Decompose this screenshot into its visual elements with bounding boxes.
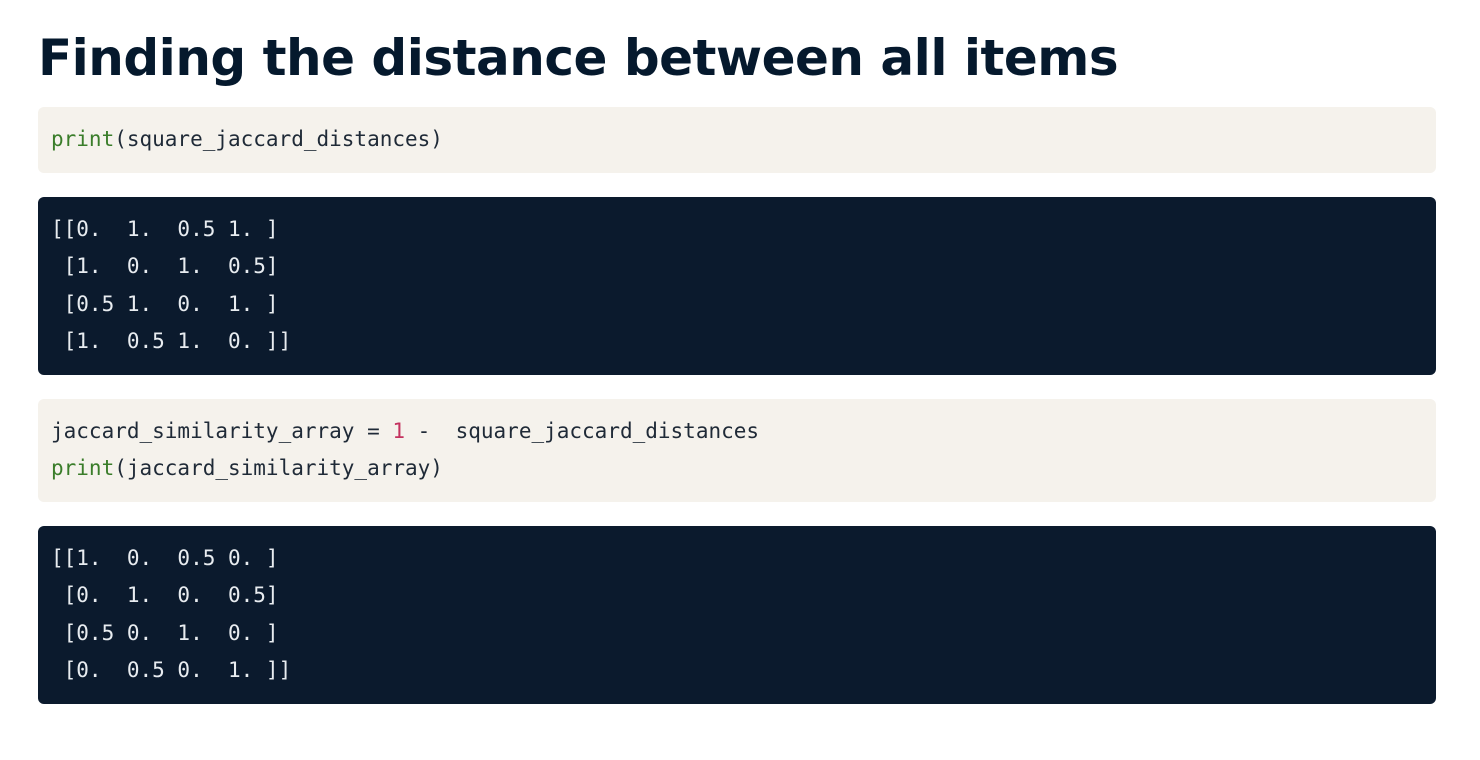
- output-line: [1. 0. 1. 0.5]: [51, 254, 279, 278]
- code-line: print(square_jaccard_distances): [51, 121, 1423, 159]
- output-line: [[0. 1. 0.5 1. ]: [51, 216, 279, 241]
- code-text: jaccard_similarity_array =: [51, 418, 393, 443]
- output-line: [[1. 0. 0.5 0. ]: [51, 545, 279, 570]
- output-line: [0. 0.5 0. 1. ]]: [51, 658, 292, 682]
- code-text: (square_jaccard_distances): [114, 127, 443, 151]
- output-line: [0.5 0. 1. 0. ]: [51, 620, 279, 645]
- slide-title: Finding the distance between all items: [38, 29, 1119, 87]
- code-text: (jaccard_similarity_array): [114, 456, 443, 480]
- output-line: [0. 1. 0. 0.5]: [51, 583, 279, 607]
- code-text: - square_jaccard_distances: [405, 418, 760, 443]
- number-literal: 1: [392, 418, 406, 443]
- code-input-block-2[interactable]: jaccard_similarity_array = 1 - square_ja…: [38, 398, 1436, 502]
- output-line: [0.5 1. 0. 1. ]: [51, 291, 279, 316]
- code-output-block-1: [[0. 1. 0.5 1. ] [1. 0. 1. 0.5] [0.5 1. …: [38, 196, 1436, 375]
- function-name: print: [51, 127, 115, 151]
- code-line: jaccard_similarity_array = 1 - square_ja…: [51, 413, 1423, 451]
- function-name: print: [51, 456, 115, 480]
- output-line: [1. 0.5 1. 0. ]]: [51, 329, 292, 353]
- code-line: print(jaccard_similarity_array): [51, 450, 1423, 488]
- code-output-block-2: [[1. 0. 0.5 0. ] [0. 1. 0. 0.5] [0.5 0. …: [38, 525, 1436, 704]
- code-input-block-1[interactable]: print(square_jaccard_distances): [38, 107, 1436, 173]
- slide: Finding the distance between all items p…: [38, 0, 1436, 704]
